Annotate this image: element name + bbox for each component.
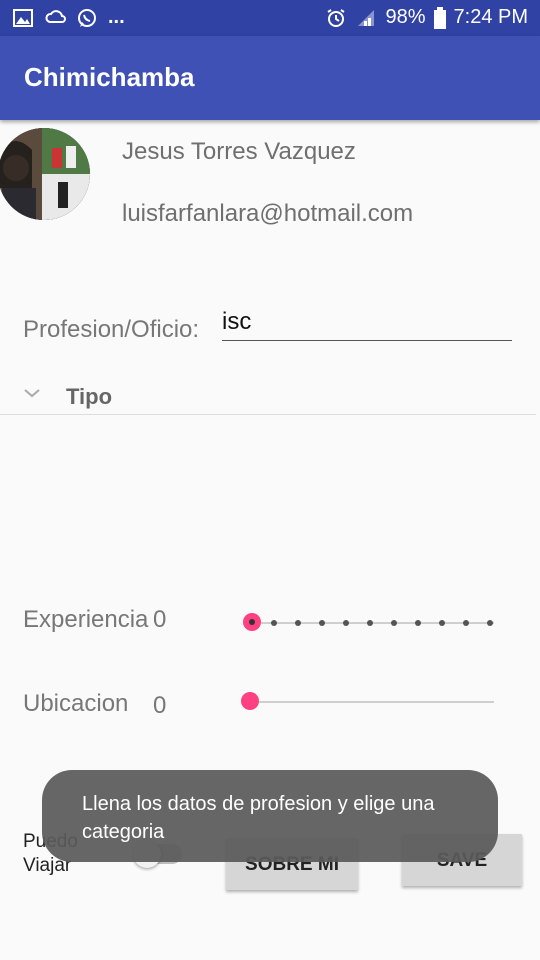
- chevron-down-icon: [24, 389, 40, 398]
- image-icon: [13, 8, 33, 27]
- experience-slider-thumb-dot: [249, 619, 255, 625]
- experience-slider-tick: [391, 620, 397, 626]
- location-label: Ubicacion: [23, 690, 129, 717]
- tipo-dropdown[interactable]: Tipo: [0, 380, 536, 415]
- avatar[interactable]: [0, 128, 90, 224]
- experience-slider-tick: [439, 620, 445, 626]
- location-slider-track: [250, 701, 494, 703]
- profession-label: Profesion/Oficio:: [23, 316, 200, 343]
- location-value: 0: [153, 692, 167, 719]
- more-dots-icon: ...: [108, 6, 125, 28]
- app-title: Chimichamba: [24, 62, 195, 92]
- experience-slider-tick: [319, 620, 325, 626]
- clock: 7:24 PM: [453, 6, 528, 28]
- experience-slider-tick: [295, 620, 301, 626]
- experience-slider[interactable]: [238, 609, 500, 637]
- battery-percentage: 98%: [385, 6, 426, 28]
- experience-slider-tick: [487, 620, 493, 626]
- profile-name: Jesus Torres Vazquez: [122, 138, 356, 165]
- toast-message: Llena los datos de profesion y elige una…: [42, 770, 498, 862]
- experience-slider-tick: [343, 620, 349, 626]
- status-bar: ... 98% 7:24 PM: [0, 0, 540, 36]
- experience-slider-tick: [463, 620, 469, 626]
- profile-email: luisfarfanlara@hotmail.com: [122, 200, 414, 227]
- alarm-icon: [327, 8, 346, 27]
- experience-slider-thumb[interactable]: [243, 613, 261, 631]
- app-bar: Chimichamba: [0, 36, 540, 120]
- avatar-photo: [0, 128, 90, 220]
- experience-slider-tick: [271, 620, 277, 626]
- sync-cloud-icon: [45, 9, 66, 23]
- location-slider[interactable]: [238, 688, 500, 716]
- signal-icon: [358, 9, 375, 26]
- experience-label: Experiencia: [23, 606, 149, 633]
- location-slider-thumb[interactable]: [241, 692, 259, 710]
- whatsapp-icon: [78, 8, 96, 27]
- tipo-label: Tipo: [66, 384, 113, 409]
- profession-input[interactable]: [222, 304, 512, 341]
- toast-line-1: Llena los datos de profesion y elige una: [82, 793, 435, 815]
- experience-slider-tick: [367, 620, 373, 626]
- toast-line-2: categoria: [82, 821, 165, 843]
- experience-slider-tick: [415, 620, 421, 626]
- experience-value: 0: [153, 606, 167, 633]
- battery-icon: [433, 6, 446, 29]
